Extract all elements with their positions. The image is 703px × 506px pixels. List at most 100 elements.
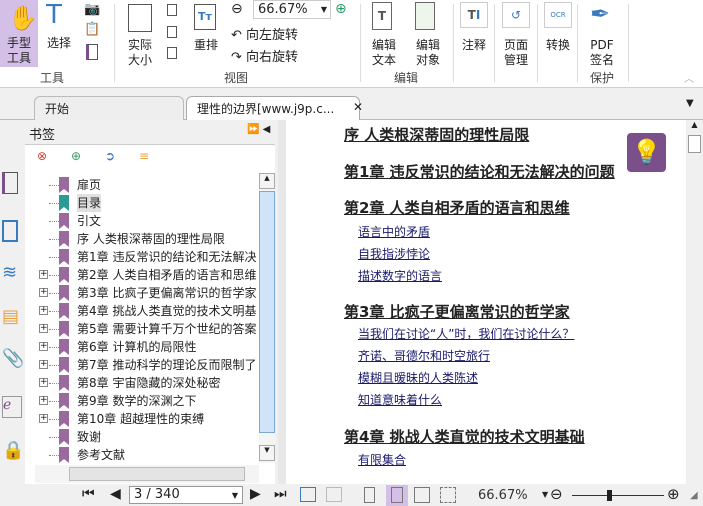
bookmark-item[interactable]: 引文 [35, 212, 257, 230]
bookmark-item[interactable]: + 第5章 需要计算千万个世纪的答案 [35, 320, 257, 338]
bookmark-item[interactable]: + 第7章 推动科学的理论反而限制了科 [35, 356, 257, 374]
bookmark-properties-icon[interactable]: ≡ [139, 149, 149, 163]
lock-icon[interactable]: 🔒 [2, 440, 24, 462]
page-input[interactable]: 3 / 340 ▼ [129, 486, 243, 504]
toc-section-link[interactable]: 齐诺、哥德尔和时空旅行 [358, 347, 490, 364]
expand-icon[interactable]: + [39, 378, 48, 387]
toc-section-link[interactable]: 当我们在讨论“人”时，我们在讨论什么？ [358, 325, 574, 342]
page-thumbnail-icon[interactable] [2, 172, 18, 194]
toc-heading-link[interactable]: 第3章 比疯子更偏离常识的哲学家 [344, 301, 570, 322]
expand-icon[interactable]: + [39, 396, 48, 405]
previous-view-icon[interactable] [300, 487, 316, 502]
zoom-combobox[interactable]: 66.67% ▼ [253, 0, 331, 19]
clipboard-icon[interactable]: 📋 [84, 22, 100, 37]
splitter[interactable] [278, 120, 286, 484]
bookmark-item[interactable]: + 第3章 比疯子更偏离常识的哲学家 [35, 284, 257, 302]
rotate-right-button[interactable]: ↷ 向右旋转 [231, 46, 298, 65]
zoom-in-button[interactable]: ⊕ [667, 485, 680, 503]
last-page-button[interactable]: ⏭ [274, 486, 287, 502]
fit-visible-icon[interactable] [167, 47, 177, 59]
close-tab-icon[interactable]: ✕ [353, 100, 363, 114]
expand-icon[interactable]: + [39, 270, 48, 279]
next-page-button[interactable]: ▶ [250, 486, 261, 502]
comment-button[interactable]: 注释 [456, 38, 492, 53]
toc-section-link[interactable]: 知道意味着什么 [358, 391, 442, 408]
toc-heading-link[interactable]: 序 人类根深蒂固的理性局限 [344, 124, 529, 145]
horizontal-scrollbar[interactable] [35, 465, 259, 483]
expand-icon[interactable]: + [39, 324, 48, 333]
zoom-slider[interactable] [572, 490, 664, 501]
bookmark-item[interactable]: + 第9章 数学的深渊之下 [35, 392, 257, 410]
bookmark-item[interactable]: + 第6章 计算机的局限性 [35, 338, 257, 356]
toc-section-link[interactable]: 描述数字的语言 [358, 267, 442, 284]
scrollbar-thumb[interactable] [259, 191, 275, 433]
edit-text-button[interactable]: 编辑 文本 [366, 38, 402, 68]
panel-expand-icon[interactable]: ⏩ ◀ [247, 124, 270, 135]
pages-icon[interactable] [2, 220, 18, 242]
collapse-ribbon-icon[interactable]: ︿ [684, 70, 694, 85]
bookmark-item[interactable]: 第1章 违反常识的结论和无法解决的 [35, 248, 257, 266]
document-scrollbar[interactable]: ▲ [686, 120, 703, 484]
comments-icon[interactable]: ▤ [2, 306, 22, 328]
select-button[interactable]: 选择 [42, 36, 76, 51]
facing-page-icon[interactable] [414, 487, 430, 503]
expand-icon[interactable]: + [39, 288, 48, 297]
convert-button[interactable]: 转换 [540, 38, 576, 53]
bookmark-item[interactable]: 致谢 [35, 428, 257, 446]
bookmark-item[interactable]: 目录 [35, 194, 257, 212]
layers-icon[interactable]: ≋ [2, 262, 22, 284]
bookmark-item[interactable]: + 第2章 人类自相矛盾的语言和思维 [35, 266, 257, 284]
continuous-page-icon[interactable] [386, 485, 408, 506]
toc-section-link[interactable]: 模糊且暧昧的人类陈述 [358, 369, 478, 386]
prev-page-button[interactable]: ◀ [110, 486, 121, 502]
rotate-left-button[interactable]: ↶ 向左旋转 [231, 24, 298, 43]
toc-heading-link[interactable]: 第2章 人类自相矛盾的语言和思维 [344, 197, 570, 218]
zoom-slider-thumb[interactable] [606, 490, 612, 501]
expand-icon[interactable]: + [39, 342, 48, 351]
zoom-out-button[interactable]: ⊖ [550, 485, 563, 503]
expand-icon[interactable]: + [39, 360, 48, 369]
actual-size-button[interactable]: 实际 大小 [122, 38, 158, 68]
bookmark-item[interactable]: + 第4章 挑战人类直觉的技术文明基础 [35, 302, 257, 320]
continuous-facing-icon[interactable] [440, 487, 456, 503]
resize-grip-icon[interactable]: ◢ [690, 490, 698, 501]
single-page-icon[interactable] [364, 487, 375, 503]
zoom-dropdown-icon[interactable]: ▼ [542, 490, 548, 499]
bookmark-item[interactable]: 参考文献 [35, 446, 257, 463]
zoom-out-icon[interactable]: ⊖ [231, 1, 243, 17]
edit-object-button[interactable]: 编辑 对象 [408, 38, 448, 68]
lightbulb-icon[interactable]: 💡 [627, 133, 666, 172]
page-manage-button[interactable]: 页面 管理 [496, 38, 536, 68]
attachment-icon[interactable]: 📎 [2, 348, 24, 370]
toc-heading-link[interactable]: 第4章 挑战人类直觉的技术文明基础 [344, 426, 585, 447]
expand-icon[interactable]: + [39, 306, 48, 315]
expand-icon[interactable]: + [39, 414, 48, 423]
tab-document[interactable]: 理性的边界[www.j9p.c... [186, 96, 360, 120]
first-page-button[interactable]: ⏮ [82, 486, 95, 502]
fit-page-icon[interactable] [167, 26, 177, 38]
vertical-scrollbar[interactable]: ▲ ▼ [259, 173, 275, 463]
fit-width-icon[interactable] [167, 4, 177, 16]
tab-start[interactable]: 开始 [34, 96, 184, 120]
zoom-level[interactable]: 66.67% [478, 488, 528, 503]
camera-icon[interactable]: 📷 [84, 2, 100, 17]
toc-section-link[interactable]: 自我指涉悖论 [358, 245, 430, 262]
toc-heading-link[interactable]: 第1章 违反常识的结论和无法解决的问题 [344, 161, 615, 182]
bookmark-item[interactable]: + 第10章 超越理性的束缚 [35, 410, 257, 428]
bookmark-item[interactable]: + 第8章 宇宙隐藏的深处秘密 [35, 374, 257, 392]
delete-bookmark-icon[interactable]: ⊗ [37, 149, 47, 163]
bookmark-item[interactable]: 扉页 [35, 176, 257, 194]
tab-list-icon[interactable]: ▼ [686, 98, 694, 109]
goto-bookmark-icon[interactable]: ➲ [105, 149, 115, 163]
reflow-button[interactable]: 重排 [190, 38, 222, 53]
next-view-icon[interactable] [326, 487, 342, 502]
zoom-in-icon[interactable]: ⊕ [335, 1, 347, 17]
toc-section-link[interactable]: 有限集合 [358, 451, 406, 468]
page-icon[interactable] [86, 44, 98, 60]
add-bookmark-icon[interactable]: ⊕ [71, 149, 81, 163]
bookmark-item[interactable]: 序 人类根深蒂固的理性局限 [35, 230, 257, 248]
document-scrollbar-thumb[interactable] [688, 135, 701, 153]
pdf-sign-button[interactable]: PDF 签名 [584, 38, 620, 68]
signature-icon[interactable]: ℯ [2, 396, 22, 418]
toc-section-link[interactable]: 语言中的矛盾 [358, 223, 430, 240]
